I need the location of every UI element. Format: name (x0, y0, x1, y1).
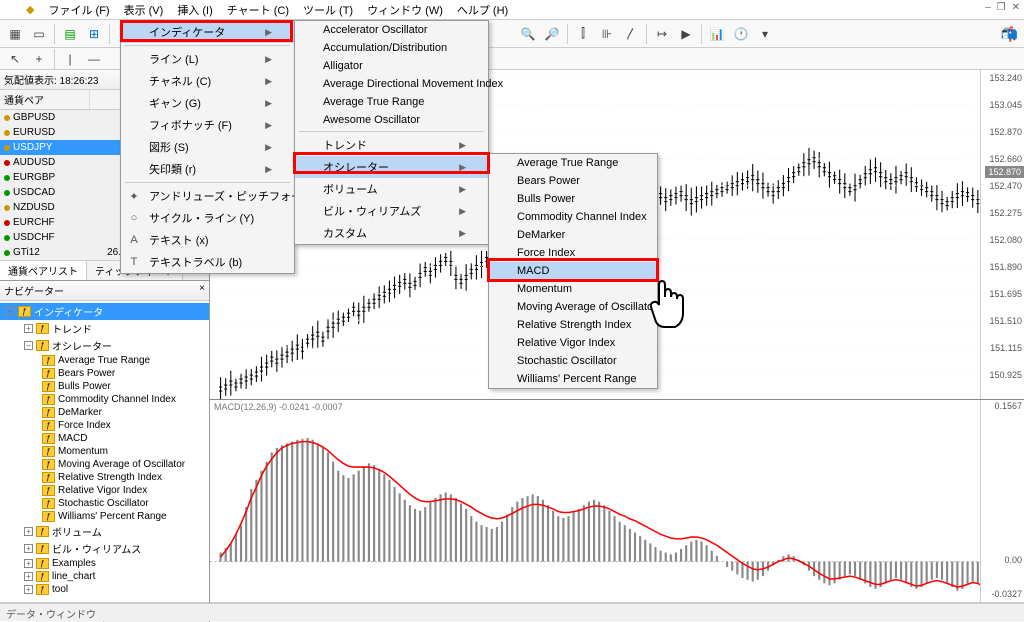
window-controls: –❐ ✕ (985, 2, 1020, 13)
templates-icon[interactable]: ▾ (754, 23, 776, 45)
mw-tab[interactable]: 通貨ペアリスト (0, 261, 87, 280)
line-chart-icon[interactable]: 〳 (620, 23, 642, 45)
window-btn[interactable]: – (985, 2, 991, 13)
mi[interactable]: Aテキスト (x) (121, 229, 294, 251)
menu-item[interactable]: ウィンドウ (W) (361, 0, 449, 20)
mi-demarker[interactable]: DeMarker (489, 226, 657, 244)
nav-item[interactable]: ƒAverage True Range (0, 354, 209, 367)
vline-icon[interactable]: | (59, 48, 81, 70)
macd-label: MACD(12,26,9) -0.0241 -0.0007 (214, 402, 343, 412)
candle-chart-icon[interactable]: ⊪ (596, 23, 618, 45)
nav-item[interactable]: ƒMACD (0, 432, 209, 445)
navigator: ナビゲーター × –ƒインディケータ+ƒトレンド–ƒオシレーターƒAverage … (0, 281, 209, 622)
oscillators-menu[interactable]: Average True RangeBears PowerBulls Power… (488, 153, 658, 389)
mi[interactable]: オシレーター▶ (295, 156, 488, 178)
nav-item[interactable]: ƒCommodity Channel Index (0, 393, 209, 406)
mi[interactable]: Accumulation/Distribution (295, 39, 488, 57)
mi[interactable]: Average Directional Movement Index (295, 75, 488, 93)
bar-chart-icon[interactable]: ⫿ (572, 23, 594, 45)
mi-moving-average-of-oscillator[interactable]: Moving Average of Oscillator (489, 298, 657, 316)
mi[interactable]: Alligator (295, 57, 488, 75)
mi-momentum[interactable]: Momentum (489, 280, 657, 298)
mi[interactable]: チャネル (C)▶ (121, 70, 294, 92)
mi-commodity-channel-index[interactable]: Commodity Channel Index (489, 208, 657, 226)
nav-item[interactable]: –ƒインディケータ (0, 303, 209, 320)
mi[interactable]: ○サイクル・ライン (Y) (121, 207, 294, 229)
nav-item[interactable]: –ƒオシレーター (0, 337, 209, 354)
price-tag: 152.870 (985, 166, 1024, 178)
zoom-out-icon[interactable]: 🔎 (541, 23, 563, 45)
mi[interactable]: フィボナッチ (F)▶ (121, 114, 294, 136)
close-icon[interactable]: × (199, 283, 205, 298)
periods-icon[interactable]: 🕐 (730, 23, 752, 45)
indicators-icon[interactable]: 📊 (706, 23, 728, 45)
menu-item[interactable]: 表示 (V) (118, 0, 170, 20)
cursor-icon[interactable]: ↖ (4, 48, 26, 70)
mi[interactable]: トレンド▶ (295, 134, 488, 156)
nav-item[interactable]: ƒRelative Vigor Index (0, 484, 209, 497)
nav-item[interactable]: ƒMoving Average of Oscillator (0, 458, 209, 471)
nav-item[interactable]: ƒDeMarker (0, 406, 209, 419)
mi-relative-strength-index[interactable]: Relative Strength Index (489, 316, 657, 334)
mi[interactable]: 図形 (S)▶ (121, 136, 294, 158)
nav-item[interactable]: +ƒExamples (0, 557, 209, 570)
nav-item[interactable]: ƒBears Power (0, 367, 209, 380)
mi-bears-power[interactable]: Bears Power (489, 172, 657, 190)
menu-item[interactable]: ファイル (F) (42, 0, 115, 20)
mi-macd[interactable]: MACD (489, 262, 657, 280)
zoom-in-icon[interactable]: 🔍 (517, 23, 539, 45)
shift-icon[interactable]: ↦ (651, 23, 673, 45)
mi-williams-percent-range[interactable]: Williams' Percent Range (489, 370, 657, 388)
mi[interactable]: ギャン (G)▶ (121, 92, 294, 114)
mi-bulls-power[interactable]: Bulls Power (489, 190, 657, 208)
mi[interactable]: ライン (L)▶ (121, 48, 294, 70)
nav-item[interactable]: ƒStochastic Oscillator (0, 497, 209, 510)
indicators-menu[interactable]: Accelerator OscillatorAccumulation/Distr… (294, 20, 489, 245)
mi[interactable]: Awesome Oscillator (295, 111, 488, 129)
statusbar: データ・ウィンドウ (0, 603, 1024, 621)
crosshair-icon[interactable]: + (28, 48, 50, 70)
nav-item[interactable]: ƒWilliams' Percent Range (0, 510, 209, 523)
window-btn[interactable]: ❐ (997, 2, 1006, 13)
new-chart-icon[interactable]: ▦ (4, 23, 26, 45)
nav-item[interactable]: +ƒビル・ウィリアムス (0, 540, 209, 557)
hline-icon[interactable]: — (83, 48, 105, 70)
mi[interactable]: ボリューム▶ (295, 178, 488, 200)
mi[interactable]: ✦アンドリューズ・ピッチフォーク (A) (121, 185, 294, 207)
nav-item[interactable]: ƒRelative Strength Index (0, 471, 209, 484)
alert-icon[interactable]: 📬 (1001, 26, 1018, 43)
nav-icon[interactable]: ⊞ (83, 23, 105, 45)
nav-item[interactable]: ƒMomentum (0, 445, 209, 458)
mi-relative-vigor-index[interactable]: Relative Vigor Index (489, 334, 657, 352)
nav-item[interactable]: ƒForce Index (0, 419, 209, 432)
insert-menu[interactable]: インディケータ▶ ライン (L)▶チャネル (C)▶ギャン (G)▶フィボナッチ … (120, 20, 295, 274)
mi[interactable]: Accelerator Oscillator (295, 21, 488, 39)
nav-item[interactable]: +ƒボリューム (0, 523, 209, 540)
profiles-icon[interactable]: ▭ (28, 23, 50, 45)
menu-item[interactable]: 挿入 (I) (171, 0, 218, 20)
mi-average-true-range[interactable]: Average True Range (489, 154, 657, 172)
nav-item[interactable]: +ƒトレンド (0, 320, 209, 337)
scroll-icon[interactable]: ▶ (675, 23, 697, 45)
mi-indicators[interactable]: インディケータ▶ (121, 21, 294, 43)
mi[interactable]: Average True Range (295, 93, 488, 111)
mi[interactable]: Tテキストラベル (b) (121, 251, 294, 273)
nav-header: ナビゲーター (4, 283, 64, 298)
menu-item[interactable]: ツール (T) (297, 0, 359, 20)
nav-item[interactable]: +ƒtool (0, 583, 209, 596)
mi[interactable]: カスタム▶ (295, 222, 488, 244)
mi-stochastic-oscillator[interactable]: Stochastic Oscillator (489, 352, 657, 370)
window-btn[interactable]: ✕ (1012, 2, 1020, 13)
menu-item[interactable]: チャート (C) (221, 0, 295, 20)
mi[interactable]: ビル・ウィリアムズ▶ (295, 200, 488, 222)
menu-item[interactable]: ヘルプ (H) (451, 0, 514, 20)
nav-item[interactable]: ƒBulls Power (0, 380, 209, 393)
mi[interactable]: 矢印類 (r)▶ (121, 158, 294, 180)
menubar: ◆ ファイル (F)表示 (V)挿入 (I)チャート (C)ツール (T)ウィン… (0, 0, 1024, 20)
mw-icon[interactable]: ▤ (59, 23, 81, 45)
mi-force-index[interactable]: Force Index (489, 244, 657, 262)
nav-item[interactable]: +ƒline_chart (0, 570, 209, 583)
